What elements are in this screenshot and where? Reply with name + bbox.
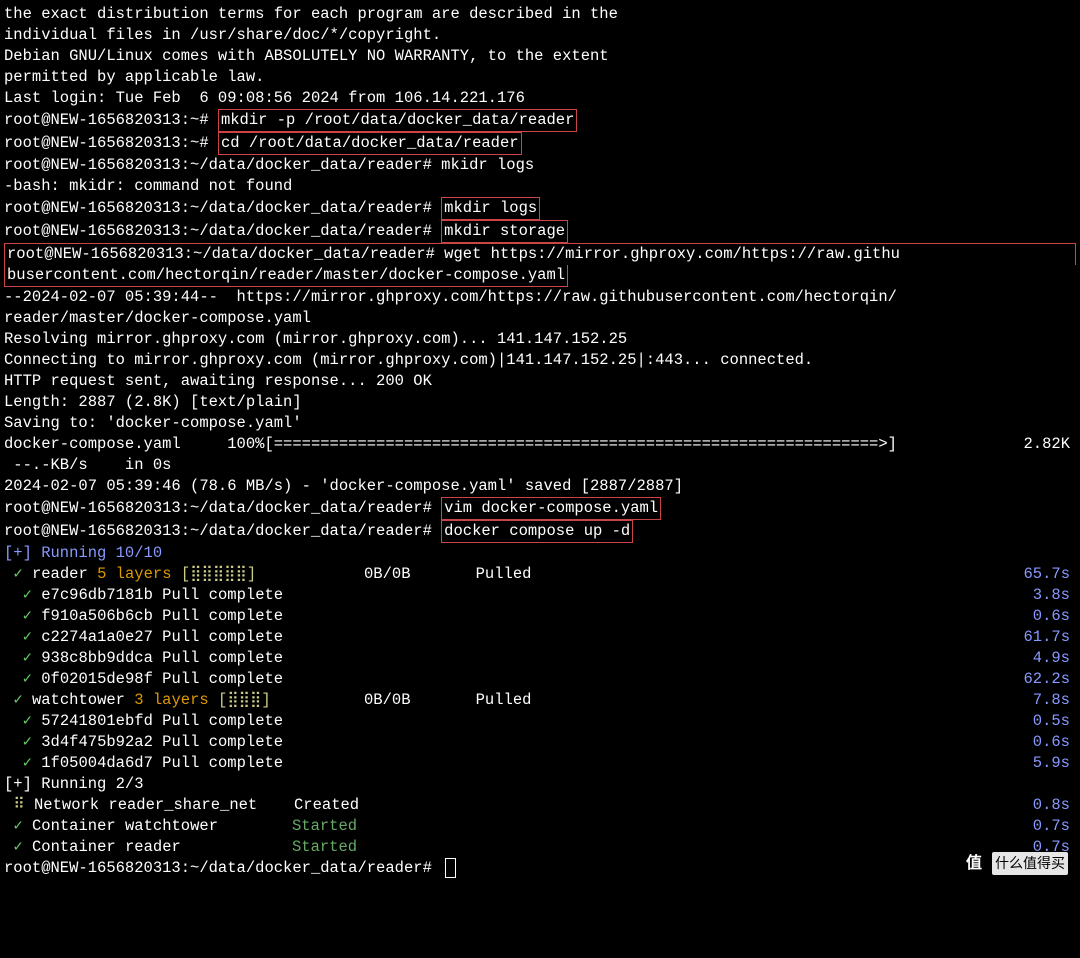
wget-output: 2024-02-07 05:39:46 (78.6 MB/s) - 'docke… <box>4 476 1076 497</box>
wget-output: Length: 2887 (2.8K) [text/plain] <box>4 392 1076 413</box>
pull-row: ✓ watchtower 3 layers [⣿⣿⣿]0B/0B Pulled7… <box>4 690 1076 711</box>
error-line: -bash: mkidr: command not found <box>4 176 1076 197</box>
prompt-line: root@NEW-1656820313:~# mkdir -p /root/da… <box>4 109 1076 132</box>
prompt-line: root@NEW-1656820313:~/data/docker_data/r… <box>4 858 1076 879</box>
prompt-line: root@NEW-1656820313:~/data/docker_data/r… <box>4 220 1076 243</box>
terminal-output[interactable]: the exact distribution terms for each pr… <box>4 4 1076 879</box>
wget-output: reader/master/docker-compose.yaml <box>4 308 1076 329</box>
cursor[interactable] <box>445 858 456 878</box>
pull-row: ✓ 938c8bb9ddca Pull complete4.9s <box>4 648 1076 669</box>
login-banner: permitted by applicable law. <box>4 67 1076 88</box>
cmd-docker-compose-up: docker compose up -d <box>441 520 633 543</box>
cmd-vim: vim docker-compose.yaml <box>441 497 661 520</box>
pull-row: ✓ c2274a1a0e27 Pull complete61.7s <box>4 627 1076 648</box>
prompt-line: root@NEW-1656820313:~# cd /root/data/doc… <box>4 132 1076 155</box>
prompt-line: busercontent.com/hectorqin/reader/master… <box>4 265 1076 287</box>
prompt-line: root@NEW-1656820313:~/data/docker_data/r… <box>4 497 1076 520</box>
running-header: [+] Running 10/10 <box>4 543 1076 564</box>
container-row: ✓ Container watchtowerStarted0.7s <box>4 816 1076 837</box>
cmd-mkdir-logs: mkdir logs <box>441 197 540 220</box>
pull-row: ✓ reader 5 layers [⣿⣿⣿⣿⣿]0B/0B Pulled65.… <box>4 564 1076 585</box>
cmd-wget-cont: busercontent.com/hectorqin/reader/master… <box>4 265 568 287</box>
smzdm-watermark: 值 什么值得买 <box>960 849 1068 877</box>
prompt-line: root@NEW-1656820313:~/data/docker_data/r… <box>4 243 1076 265</box>
running-header: [+] Running 2/3 <box>4 774 1076 795</box>
pull-row: ✓ f910a506b6cb Pull complete0.6s <box>4 606 1076 627</box>
pull-row: ✓ 0f02015de98f Pull complete62.2s <box>4 669 1076 690</box>
smzdm-icon: 值 <box>960 849 988 877</box>
cmd-mkdir-storage: mkdir storage <box>441 220 568 243</box>
pull-row: ✓ 3d4f475b92a2 Pull complete0.6s <box>4 732 1076 753</box>
container-row: ✓ Container readerStarted0.7s <box>4 837 1076 858</box>
prompt-line: root@NEW-1656820313:~/data/docker_data/r… <box>4 520 1076 543</box>
login-banner: individual files in /usr/share/doc/*/cop… <box>4 25 1076 46</box>
progress-bar: docker-compose.yaml 100%[===============… <box>4 434 1076 455</box>
prompt-line: root@NEW-1656820313:~/data/docker_data/r… <box>4 197 1076 220</box>
wget-output: --.-KB/s in 0s <box>4 455 1076 476</box>
pull-row: ✓ e7c96db7181b Pull complete3.8s <box>4 585 1076 606</box>
prompt-line: root@NEW-1656820313:~/data/docker_data/r… <box>4 155 1076 176</box>
pull-row: ✓ 1f05004da6d7 Pull complete5.9s <box>4 753 1076 774</box>
wget-output: --2024-02-07 05:39:44-- https://mirror.g… <box>4 287 1076 308</box>
pull-row: ✓ 57241801ebfd Pull complete0.5s <box>4 711 1076 732</box>
cmd-mkdir-p: mkdir -p /root/data/docker_data/reader <box>218 109 577 132</box>
wget-output: HTTP request sent, awaiting response... … <box>4 371 1076 392</box>
wget-output: Connecting to mirror.ghproxy.com (mirror… <box>4 350 1076 371</box>
cmd-wget: root@NEW-1656820313:~/data/docker_data/r… <box>4 243 1076 265</box>
wget-output: Saving to: 'docker-compose.yaml' <box>4 413 1076 434</box>
login-banner: the exact distribution terms for each pr… <box>4 4 1076 25</box>
smzdm-text: 什么值得买 <box>992 852 1068 875</box>
container-row: ⠿ Network reader_share_netCreated0.8s <box>4 795 1076 816</box>
wget-output: Resolving mirror.ghproxy.com (mirror.ghp… <box>4 329 1076 350</box>
cmd-cd: cd /root/data/docker_data/reader <box>218 132 522 155</box>
login-banner: Debian GNU/Linux comes with ABSOLUTELY N… <box>4 46 1076 67</box>
login-banner: Last login: Tue Feb 6 09:08:56 2024 from… <box>4 88 1076 109</box>
